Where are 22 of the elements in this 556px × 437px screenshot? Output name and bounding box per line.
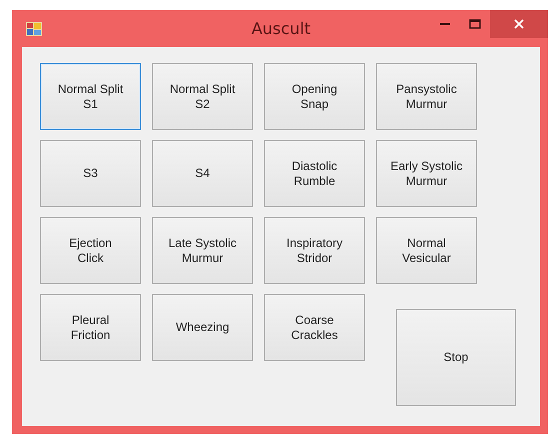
- sound-button[interactable]: Coarse Crackles: [264, 294, 365, 361]
- sound-button[interactable]: S3: [40, 140, 141, 207]
- sound-button[interactable]: Ejection Click: [40, 217, 141, 284]
- sound-button[interactable]: Normal Split S2: [152, 63, 253, 130]
- sound-button[interactable]: Diastolic Rumble: [264, 140, 365, 207]
- stop-button[interactable]: Stop: [396, 309, 516, 406]
- close-button[interactable]: [490, 10, 548, 38]
- sound-button[interactable]: Late Systolic Murmur: [152, 217, 253, 284]
- sound-button[interactable]: Normal Vesicular: [376, 217, 477, 284]
- sound-button[interactable]: Inspiratory Stridor: [264, 217, 365, 284]
- sound-button[interactable]: Normal Split S1: [40, 63, 141, 130]
- sound-button[interactable]: Pleural Friction: [40, 294, 141, 361]
- sound-button[interactable]: Wheezing: [152, 294, 253, 361]
- window-title: Auscult: [251, 19, 311, 38]
- maximize-icon: [469, 19, 481, 29]
- sound-button[interactable]: Opening Snap: [264, 63, 365, 130]
- minimize-icon: [440, 23, 450, 25]
- sound-button[interactable]: Pansystolic Murmur: [376, 63, 477, 130]
- app-icon: [26, 22, 42, 36]
- close-icon: [514, 19, 524, 29]
- sound-button[interactable]: S4: [152, 140, 253, 207]
- sound-button[interactable]: Early Systolic Murmur: [376, 140, 477, 207]
